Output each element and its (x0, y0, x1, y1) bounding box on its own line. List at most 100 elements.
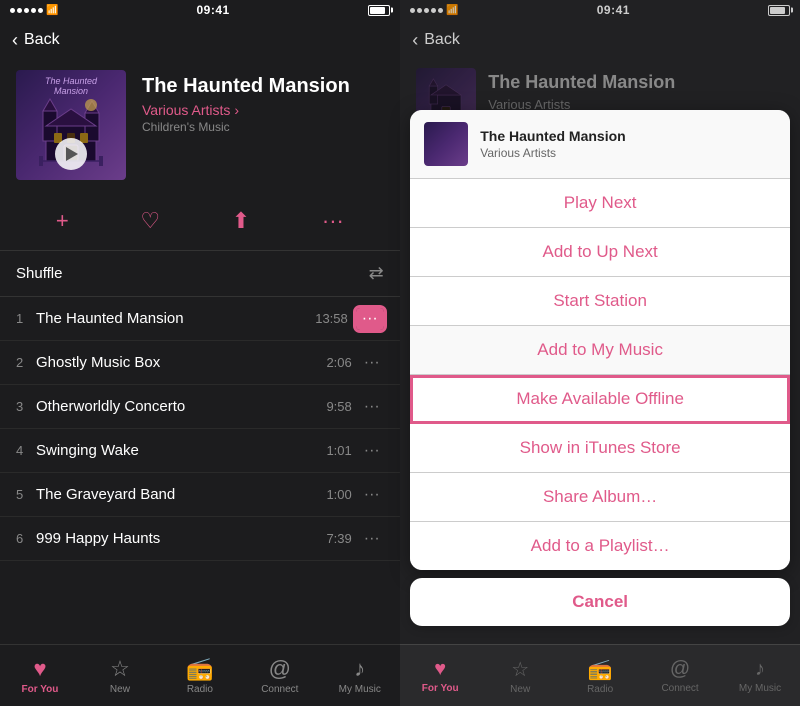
album-info: The Haunted Mansion Various Artists › Ch… (142, 70, 384, 134)
nav-item-radio[interactable]: 📻 Radio (160, 645, 240, 706)
right-radio-icon: 📻 (588, 657, 613, 682)
nav-item-new[interactable]: ☆ New (80, 645, 160, 706)
shuffle-label: Shuffle (16, 265, 62, 282)
album-actions: + ♡ ⬆ ··· (0, 196, 400, 251)
wifi-icon: 📶 (46, 5, 58, 16)
signal-dots (10, 8, 43, 13)
track-more-button[interactable]: ··· (360, 442, 384, 460)
share-album-label: Share Album… (543, 487, 657, 506)
right-nav-item-my-music[interactable]: ♪ My Music (720, 645, 800, 706)
right-nav-item-radio[interactable]: 📻 Radio (560, 645, 640, 706)
context-menu-item-itunes-store[interactable]: Show in iTunes Store (410, 424, 790, 473)
context-menu-item-share-album[interactable]: Share Album… (410, 473, 790, 522)
nav-item-my-music[interactable]: ♪ My Music (320, 645, 400, 706)
table-row: 6 999 Happy Haunts 7:39 ··· (0, 517, 400, 561)
play-button[interactable] (55, 138, 87, 170)
nav-label-my-music: My Music (339, 684, 381, 695)
left-back-button[interactable]: ‹ Back (12, 30, 60, 51)
nav-item-connect[interactable]: @ Connect (240, 645, 320, 706)
context-menu-item-start-station[interactable]: Start Station (410, 277, 790, 326)
right-bottom-nav: ♥ For You ☆ New 📻 Radio @ Connect ♪ My M… (400, 644, 800, 706)
right-nav-item-for-you[interactable]: ♥ For You (400, 645, 480, 706)
left-panel: 📶 09:41 ‹ Back The HauntedMansion (0, 0, 400, 706)
track-more-button[interactable]: ··· (360, 398, 384, 416)
track-name: 999 Happy Haunts (36, 530, 326, 547)
context-menu-item-offline[interactable]: Make Available Offline (410, 375, 790, 424)
track-duration: 9:58 (326, 399, 351, 414)
context-menu: The Haunted Mansion Various Artists Play… (410, 110, 790, 570)
signal-dot-5 (38, 8, 43, 13)
signal-dot-2 (17, 8, 22, 13)
context-menu-overlay: The Haunted Mansion Various Artists Play… (400, 0, 800, 706)
add-up-next-label: Add to Up Next (542, 242, 657, 261)
track-duration: 7:39 (326, 531, 351, 546)
connect-icon: @ (269, 656, 291, 682)
add-playlist-label: Add to a Playlist… (531, 536, 670, 555)
play-next-label: Play Next (564, 193, 637, 212)
status-right (368, 5, 390, 16)
shuffle-row[interactable]: Shuffle ⇄ (0, 251, 400, 297)
track-more-button[interactable]: ··· (360, 486, 384, 504)
more-button[interactable]: ··· (306, 204, 360, 238)
track-more-button[interactable]: ··· (360, 354, 384, 372)
album-header: The HauntedMansion (0, 60, 400, 196)
nav-item-for-you[interactable]: ♥ For You (0, 645, 80, 706)
album-genre: Children's Music (142, 120, 384, 134)
album-art-bg: The HauntedMansion (16, 70, 126, 180)
love-button[interactable]: ♡ (124, 204, 176, 238)
album-artist[interactable]: Various Artists › (142, 102, 384, 118)
nav-label-new: New (110, 684, 130, 695)
music-icon: ♪ (354, 656, 365, 682)
left-nav-bar: ‹ Back (0, 20, 400, 60)
artist-chevron-icon: › (234, 102, 239, 118)
album-art: The HauntedMansion (16, 70, 126, 180)
right-nav-item-new[interactable]: ☆ New (480, 645, 560, 706)
context-menu-item-add-up-next[interactable]: Add to Up Next (410, 228, 790, 277)
share-button[interactable]: ⬆ (216, 204, 266, 238)
right-panel: 📶 09:41 ‹ Back The Haunted Mansion (400, 0, 800, 706)
left-status-bar: 📶 09:41 (0, 0, 400, 20)
track-name: Ghostly Music Box (36, 354, 326, 371)
table-row: 1 The Haunted Mansion 13:58 ··· (0, 297, 400, 341)
track-name: Otherworldly Concerto (36, 398, 326, 415)
left-back-label: Back (24, 31, 60, 49)
bottom-nav: ♥ For You ☆ New 📻 Radio @ Connect ♪ My M… (0, 644, 400, 706)
track-number: 3 (16, 399, 36, 414)
offline-label: Make Available Offline (516, 389, 684, 408)
context-menu-item-play-next[interactable]: Play Next (410, 179, 790, 228)
track-name: The Haunted Mansion (36, 310, 315, 327)
add-my-music-label: Add to My Music (537, 340, 663, 359)
cancel-button[interactable]: Cancel (410, 578, 790, 626)
context-menu-artist: Various Artists (480, 146, 625, 160)
context-header-info: The Haunted Mansion Various Artists (480, 128, 625, 160)
track-duration: 1:01 (326, 443, 351, 458)
star-icon: ☆ (110, 656, 130, 682)
track-duration: 2:06 (326, 355, 351, 370)
right-nav-label-radio: Radio (587, 684, 613, 695)
track-more-button[interactable]: ··· (356, 308, 384, 330)
track-number: 6 (16, 531, 36, 546)
battery-icon (368, 5, 390, 16)
signal-dot-1 (10, 8, 15, 13)
track-more-button[interactable]: ··· (360, 530, 384, 548)
status-left: 📶 (10, 5, 58, 16)
track-list: 1 The Haunted Mansion 13:58 ··· 2 Ghostl… (0, 297, 400, 644)
itunes-store-label: Show in iTunes Store (520, 438, 681, 457)
album-title: The Haunted Mansion (142, 74, 384, 98)
track-name: The Graveyard Band (36, 486, 326, 503)
nav-label-radio: Radio (187, 684, 213, 695)
track-number: 2 (16, 355, 36, 370)
add-button[interactable]: + (40, 204, 85, 238)
right-nav-label-for-you: For You (422, 683, 459, 694)
context-menu-item-add-my-music[interactable]: Add to My Music (410, 326, 790, 375)
context-menu-item-add-playlist[interactable]: Add to a Playlist… (410, 522, 790, 570)
right-nav-item-connect[interactable]: @ Connect (640, 645, 720, 706)
context-spacer (400, 0, 800, 110)
right-nav-label-new: New (510, 684, 530, 695)
play-icon (66, 147, 78, 161)
track-number: 5 (16, 487, 36, 502)
table-row: 2 Ghostly Music Box 2:06 ··· (0, 341, 400, 385)
radio-icon: 📻 (186, 656, 213, 682)
right-nav-label-my-music: My Music (739, 683, 781, 694)
table-row: 5 The Graveyard Band 1:00 ··· (0, 473, 400, 517)
